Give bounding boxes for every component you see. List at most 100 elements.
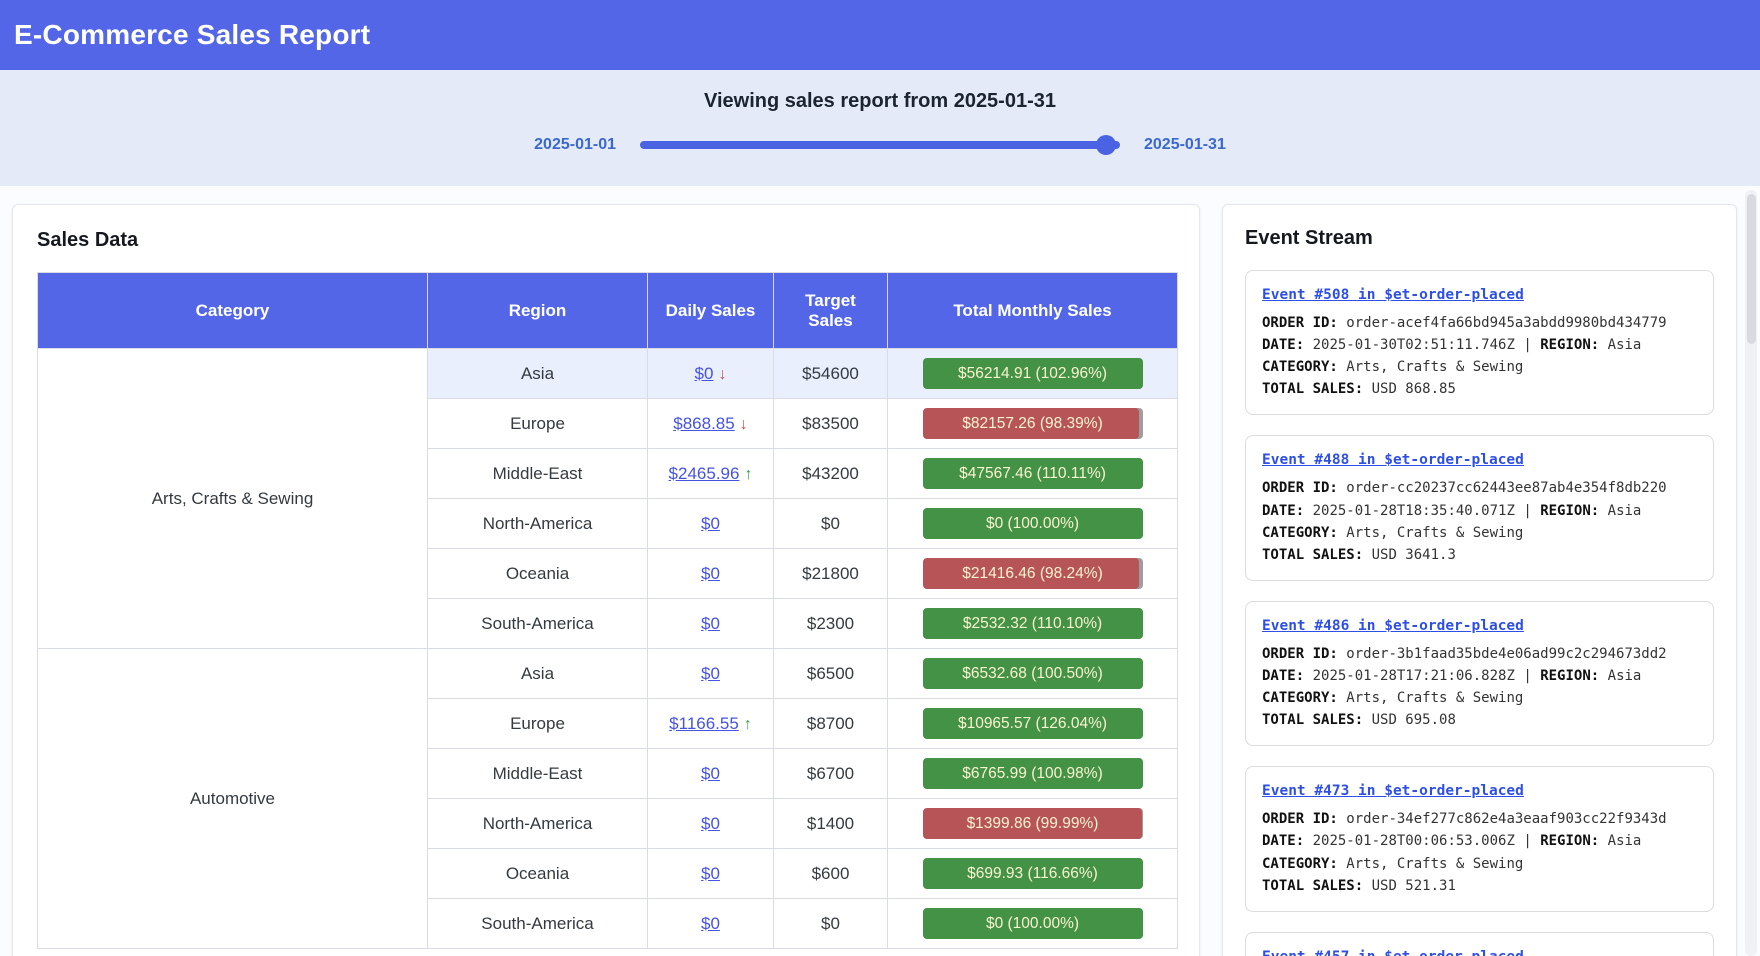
slider-thumb[interactable] (1096, 135, 1116, 155)
col-header-region: Region (428, 273, 648, 349)
region-value: Asia (1608, 503, 1642, 519)
target-sales-cell: $0 (774, 899, 888, 949)
category-value: Arts, Crafts & Sewing (1346, 856, 1523, 872)
region-cell: North-America (428, 499, 648, 549)
order-id-label: ORDER ID: (1262, 646, 1338, 662)
daily-sales-link[interactable]: $0 (701, 564, 720, 583)
total-sales-label: TOTAL SALES: (1262, 381, 1363, 397)
event-line: TOTAL SALES: USD 695.08 (1262, 709, 1697, 731)
order-id-label: ORDER ID: (1262, 811, 1338, 827)
progress-label: $56214.91 (102.96%) (923, 358, 1143, 389)
progress-label: $6765.99 (100.98%) (923, 758, 1143, 789)
daily-sales-link[interactable]: $0 (701, 764, 720, 783)
app-header: E-Commerce Sales Report (0, 0, 1760, 70)
monthly-sales-progress-badge: $6532.68 (100.50%) (923, 658, 1143, 689)
event-line: ORDER ID: order-acef4fa66bd945a3abdd9980… (1262, 312, 1697, 334)
monthly-sales-progress-badge: $47567.46 (110.11%) (923, 458, 1143, 489)
region-cell: South-America (428, 599, 648, 649)
total-sales-label: TOTAL SALES: (1262, 878, 1363, 894)
monthly-sales-progress-badge: $0 (100.00%) (923, 908, 1143, 939)
target-sales-cell: $54600 (774, 349, 888, 399)
event-link[interactable]: Event #457 in $et-order-placed (1262, 949, 1524, 956)
total-sales-value: USD 521.31 (1372, 878, 1456, 894)
date-label: DATE: (1262, 503, 1304, 519)
target-sales-cell: $8700 (774, 699, 888, 749)
date-label: DATE: (1262, 337, 1304, 353)
daily-sales-link[interactable]: $2465.96 (669, 464, 740, 483)
region-cell: Oceania (428, 549, 648, 599)
target-sales-cell: $21800 (774, 549, 888, 599)
region-cell: Oceania (428, 849, 648, 899)
monthly-sales-progress-badge: $10965.57 (126.04%) (923, 708, 1143, 739)
category-label: CATEGORY: (1262, 359, 1338, 375)
daily-sales-cell: $0↓ (648, 349, 774, 399)
slider-row: 2025-01-01 2025-01-31 (0, 135, 1760, 155)
total-sales-label: TOTAL SALES: (1262, 547, 1363, 563)
event-link[interactable]: Event #486 in $et-order-placed (1262, 618, 1524, 634)
region-cell: Asia (428, 349, 648, 399)
daily-sales-cell: $0 (648, 799, 774, 849)
event-line: ORDER ID: order-cc20237cc62443ee87ab4e35… (1262, 477, 1697, 499)
region-cell: Middle-East (428, 749, 648, 799)
sales-data-title: Sales Data (37, 229, 1175, 252)
slider-track[interactable] (640, 141, 1120, 149)
event-card: Event #488 in $et-order-placed ORDER ID: … (1245, 435, 1714, 580)
sales-table: Category Region Daily Sales Target Sales… (37, 272, 1178, 949)
date-slider[interactable] (640, 135, 1120, 155)
event-link[interactable]: Event #488 in $et-order-placed (1262, 452, 1524, 468)
total-monthly-sales-cell: $10965.57 (126.04%) (888, 699, 1178, 749)
daily-sales-cell: $2465.96↑ (648, 449, 774, 499)
trend-up-icon: ↑ (744, 466, 752, 483)
region-label: REGION: (1540, 668, 1599, 684)
date-value: 2025-01-28T17:21:06.828Z (1313, 668, 1515, 684)
monthly-sales-progress-badge: $82157.26 (98.39%) (923, 408, 1143, 439)
event-line: DATE: 2025-01-28T18:35:40.071Z | REGION:… (1262, 500, 1697, 522)
daily-sales-link[interactable]: $0 (701, 914, 720, 933)
event-line: TOTAL SALES: USD 3641.3 (1262, 544, 1697, 566)
target-sales-cell: $43200 (774, 449, 888, 499)
region-cell: Europe (428, 399, 648, 449)
date-value: 2025-01-30T02:51:11.746Z (1313, 337, 1515, 353)
daily-sales-link[interactable]: $0 (695, 364, 714, 383)
total-monthly-sales-cell: $6765.99 (100.98%) (888, 749, 1178, 799)
region-cell: North-America (428, 799, 648, 849)
event-line: ORDER ID: order-34ef277c862e4a3eaaf903cc… (1262, 808, 1697, 830)
event-link[interactable]: Event #508 in $et-order-placed (1262, 287, 1524, 303)
total-monthly-sales-cell: $21416.46 (98.24%) (888, 549, 1178, 599)
daily-sales-link[interactable]: $0 (701, 864, 720, 883)
category-value: Arts, Crafts & Sewing (1346, 690, 1523, 706)
daily-sales-cell: $1166.55↑ (648, 699, 774, 749)
event-link[interactable]: Event #473 in $et-order-placed (1262, 783, 1524, 799)
daily-sales-cell: $0 (648, 499, 774, 549)
event-list: Event #508 in $et-order-placed ORDER ID: … (1245, 270, 1714, 956)
total-sales-value: USD 3641.3 (1372, 547, 1456, 563)
daily-sales-link[interactable]: $1166.55 (669, 714, 739, 733)
total-monthly-sales-cell: $82157.26 (98.39%) (888, 399, 1178, 449)
daily-sales-link[interactable]: $0 (701, 664, 720, 683)
scrollbar-thumb[interactable] (1747, 194, 1756, 344)
region-label: REGION: (1540, 833, 1599, 849)
monthly-sales-progress-badge: $21416.46 (98.24%) (923, 558, 1143, 589)
monthly-sales-progress-badge: $699.93 (116.66%) (923, 858, 1143, 889)
progress-label: $2532.32 (110.10%) (923, 608, 1143, 639)
daily-sales-link[interactable]: $0 (701, 814, 720, 833)
progress-label: $1399.86 (99.99%) (923, 808, 1143, 839)
date-value: 2025-01-28T00:06:53.006Z (1313, 833, 1515, 849)
region-value: Asia (1608, 833, 1642, 849)
event-stream-scrollbar[interactable] (1745, 190, 1757, 956)
progress-label: $0 (100.00%) (923, 508, 1143, 539)
sales-table-header-row: Category Region Daily Sales Target Sales… (38, 273, 1178, 349)
daily-sales-link[interactable]: $0 (701, 514, 720, 533)
target-sales-cell: $6700 (774, 749, 888, 799)
monthly-sales-progress-badge: $56214.91 (102.96%) (923, 358, 1143, 389)
daily-sales-link[interactable]: $0 (701, 614, 720, 633)
slider-end-label: 2025-01-31 (1144, 136, 1226, 154)
sales-data-card: Sales Data Category Region Daily Sales T… (12, 204, 1200, 956)
daily-sales-link[interactable]: $868.85 (673, 414, 734, 433)
event-line: CATEGORY: Arts, Crafts & Sewing (1262, 356, 1697, 378)
monthly-sales-progress-badge: $1399.86 (99.99%) (923, 808, 1143, 839)
target-sales-cell: $1400 (774, 799, 888, 849)
trend-down-icon: ↓ (740, 416, 748, 433)
daily-sales-cell: $0 (648, 599, 774, 649)
category-cell: Automotive (38, 649, 428, 949)
